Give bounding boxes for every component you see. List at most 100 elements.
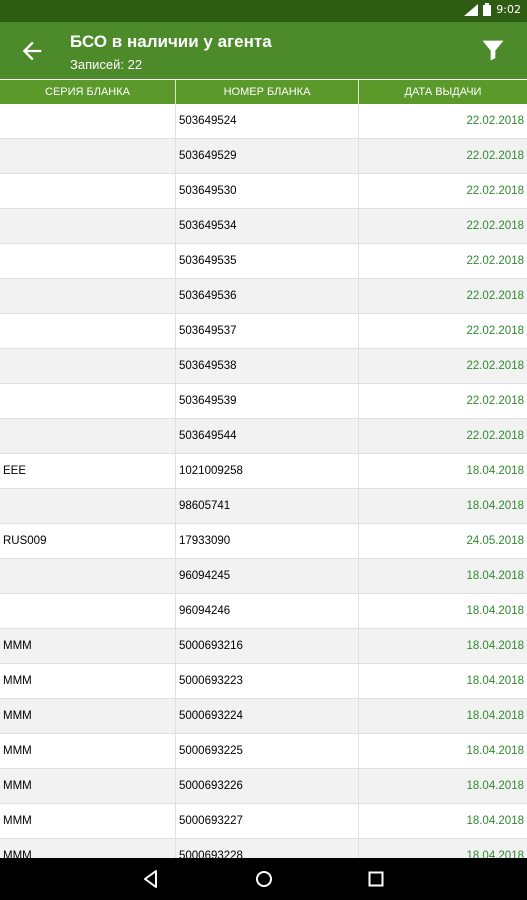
- series-cell: [0, 139, 176, 173]
- battery-icon: [483, 3, 492, 16]
- series-cell: [0, 489, 176, 523]
- series-cell: [0, 594, 176, 628]
- number-cell: 98605741: [176, 489, 359, 523]
- app-bar-titles: БСО в наличии у агента Записей: 22: [70, 32, 272, 74]
- series-cell: [0, 244, 176, 278]
- date-cell: 18.04.2018: [466, 675, 524, 687]
- number-cell: 5000693223: [176, 664, 359, 698]
- status-icons: 9:02: [464, 3, 521, 16]
- date-cell: 22.02.2018: [466, 255, 524, 267]
- table-row[interactable]: 96094246 18.04.2018: [0, 594, 527, 629]
- table-row[interactable]: EEE 1021009258 18.04.2018: [0, 454, 527, 489]
- number-cell: 5000693226: [176, 769, 359, 803]
- table-header: СЕРИЯ БЛАНКА НОМЕР БЛАНКА ДАТА ВЫДАЧИ: [0, 80, 527, 104]
- number-cell: 17933090: [176, 524, 359, 558]
- date-cell: 18.04.2018: [466, 570, 524, 582]
- circle-home-icon[interactable]: [252, 867, 276, 891]
- date-cell: 18.04.2018: [466, 745, 524, 757]
- table-row[interactable]: 503649536 22.02.2018: [0, 279, 527, 314]
- series-cell: [0, 349, 176, 383]
- table-row[interactable]: 96094245 18.04.2018: [0, 559, 527, 594]
- series-cell: RUS009: [0, 524, 176, 558]
- date-cell: 22.02.2018: [466, 115, 524, 127]
- number-cell: 1021009258: [176, 454, 359, 488]
- signal-icon: [464, 3, 479, 16]
- series-cell: [0, 174, 176, 208]
- date-cell: 22.02.2018: [466, 430, 524, 442]
- date-cell: 22.02.2018: [466, 325, 524, 337]
- date-cell: 18.04.2018: [466, 605, 524, 617]
- table-row[interactable]: 503649538 22.02.2018: [0, 349, 527, 384]
- table-row[interactable]: 503649529 22.02.2018: [0, 139, 527, 174]
- number-cell: 5000693228: [176, 839, 359, 858]
- series-cell: [0, 384, 176, 418]
- records-table[interactable]: 503649524 22.02.2018 503649529 22.02.2018 50…: [0, 104, 527, 858]
- number-cell: 5000693216: [176, 629, 359, 663]
- column-header-series[interactable]: СЕРИЯ БЛАНКА: [0, 80, 176, 104]
- series-cell: [0, 209, 176, 243]
- number-cell: 503649529: [176, 139, 359, 173]
- table-row[interactable]: 503649524 22.02.2018: [0, 104, 527, 139]
- number-cell: 96094246: [176, 594, 359, 628]
- date-cell: 22.02.2018: [466, 290, 524, 302]
- app-bar: БСО в наличии у агента Записей: 22: [0, 22, 527, 79]
- date-cell: 22.02.2018: [466, 360, 524, 372]
- date-cell: 18.04.2018: [466, 710, 524, 722]
- series-cell: [0, 104, 176, 138]
- number-cell: 503649534: [176, 209, 359, 243]
- navigation-bar: [0, 858, 527, 900]
- series-cell: MMM: [0, 699, 176, 733]
- series-cell: [0, 559, 176, 593]
- number-cell: 503649539: [176, 384, 359, 418]
- table-row[interactable]: MMM 5000693223 18.04.2018: [0, 664, 527, 699]
- number-cell: 503649535: [176, 244, 359, 278]
- table-row[interactable]: 98605741 18.04.2018: [0, 489, 527, 524]
- table-row[interactable]: MMM 5000693225 18.04.2018: [0, 734, 527, 769]
- number-cell: 503649530: [176, 174, 359, 208]
- table-row[interactable]: 503649544 22.02.2018: [0, 419, 527, 454]
- table-row[interactable]: MMM 5000693226 18.04.2018: [0, 769, 527, 804]
- date-cell: 18.04.2018: [466, 465, 524, 477]
- date-cell: 18.04.2018: [466, 815, 524, 827]
- table-row[interactable]: MMM 5000693224 18.04.2018: [0, 699, 527, 734]
- series-cell: MMM: [0, 629, 176, 663]
- number-cell: 5000693224: [176, 699, 359, 733]
- series-cell: [0, 419, 176, 453]
- table-row[interactable]: 503649539 22.02.2018: [0, 384, 527, 419]
- number-cell: 503649544: [176, 419, 359, 453]
- table-row[interactable]: 503649534 22.02.2018: [0, 209, 527, 244]
- number-cell: 5000693227: [176, 804, 359, 838]
- date-cell: 18.04.2018: [466, 850, 524, 858]
- number-cell: 96094245: [176, 559, 359, 593]
- table-row[interactable]: 503649537 22.02.2018: [0, 314, 527, 349]
- number-cell: 503649536: [176, 279, 359, 313]
- column-header-number[interactable]: НОМЕР БЛАНКА: [176, 80, 359, 104]
- table-row[interactable]: 503649530 22.02.2018: [0, 174, 527, 209]
- series-cell: MMM: [0, 734, 176, 768]
- status-time: 9:02: [496, 3, 521, 16]
- series-cell: MMM: [0, 804, 176, 838]
- date-cell: 18.04.2018: [466, 780, 524, 792]
- number-cell: 503649524: [176, 104, 359, 138]
- number-cell: 503649537: [176, 314, 359, 348]
- arrow-back-icon[interactable]: [18, 37, 46, 65]
- date-cell: 18.04.2018: [466, 640, 524, 652]
- square-recents-icon[interactable]: [364, 867, 388, 891]
- filter-icon[interactable]: [479, 36, 507, 64]
- series-cell: EEE: [0, 454, 176, 488]
- column-header-date[interactable]: ДАТА ВЫДАЧИ: [359, 80, 527, 104]
- date-cell: 24.05.2018: [466, 535, 524, 547]
- date-cell: 18.04.2018: [466, 500, 524, 512]
- triangle-back-icon[interactable]: [139, 867, 163, 891]
- page-title: БСО в наличии у агента: [70, 32, 272, 51]
- table-row[interactable]: MMM 5000693227 18.04.2018: [0, 804, 527, 839]
- status-bar: 9:02: [0, 0, 527, 22]
- table-row[interactable]: MMM 5000693228 18.04.2018: [0, 839, 527, 858]
- series-cell: MMM: [0, 839, 176, 858]
- table-row[interactable]: 503649535 22.02.2018: [0, 244, 527, 279]
- date-cell: 22.02.2018: [466, 185, 524, 197]
- series-cell: [0, 279, 176, 313]
- table-row[interactable]: MMM 5000693216 18.04.2018: [0, 629, 527, 664]
- table-row[interactable]: RUS009 17933090 24.05.2018: [0, 524, 527, 559]
- date-cell: 22.02.2018: [466, 220, 524, 232]
